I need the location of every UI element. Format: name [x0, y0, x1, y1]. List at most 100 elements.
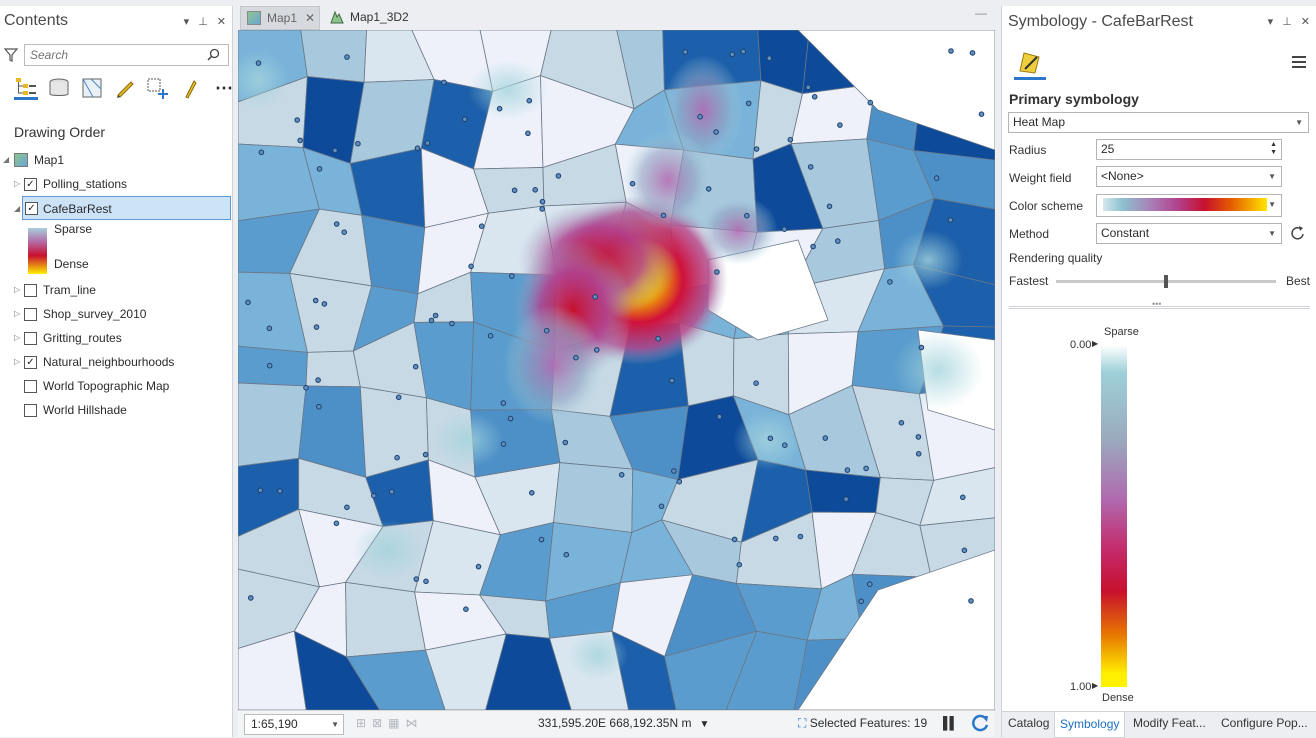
layer-item-tram-line[interactable]: ▷ Tram_line [0, 278, 233, 302]
point-feature [766, 55, 773, 62]
neighbourhood-polygon [238, 382, 307, 467]
search-field[interactable] [24, 44, 229, 66]
close-tab-icon[interactable]: ✕ [305, 7, 315, 29]
weight-field-dropdown[interactable]: <None> ▼ [1096, 166, 1282, 187]
pin-icon[interactable]: ⊥ [1282, 15, 1292, 28]
refresh-icon[interactable] [970, 713, 990, 733]
select-icon: ⛶ [798, 716, 807, 730]
minimize-icon[interactable]: — [975, 6, 987, 20]
primary-symbology-dropdown[interactable]: Heat Map ▼ [1008, 112, 1309, 133]
layer-item-world-topographic[interactable]: World Topographic Map [0, 374, 233, 398]
heat-blob [468, 60, 548, 120]
point-feature [422, 451, 429, 458]
more-icon[interactable]: ⋯ [212, 76, 236, 100]
scale-dropdown[interactable]: 1:65,190 ▼ [244, 714, 344, 735]
tab-map1-3d2[interactable]: Map1_3D2 [324, 6, 414, 30]
layer-checkbox[interactable] [24, 308, 37, 321]
spinner-arrows-icon[interactable]: ▲ ▼ [1270, 141, 1277, 157]
layer-checkbox[interactable]: ✓ [25, 202, 38, 215]
tab-map1[interactable]: Map1 ✕ [240, 6, 320, 30]
point-feature [745, 100, 752, 107]
tab-modify-features[interactable]: Modify Feat... [1133, 716, 1206, 730]
list-by-labeling-icon[interactable] [179, 76, 203, 100]
grid-icon[interactable]: ▦ [388, 716, 399, 730]
pause-icon[interactable]: ▌▌ [943, 716, 958, 730]
close-icon[interactable]: ✕ [1301, 15, 1310, 28]
expand-icon[interactable]: ▷ [14, 302, 20, 326]
point-feature [844, 467, 851, 473]
layer-item-world-hillshade[interactable]: World Hillshade [0, 398, 233, 422]
rendering-quality-slider[interactable] [1056, 275, 1276, 288]
layer-item-polling-stations[interactable]: ▷ ✓ Polling_stations [0, 172, 233, 196]
chevron-down-icon: ▼ [1295, 118, 1303, 127]
layer-item-shop-survey[interactable]: ▷ Shop_survey_2010 [0, 302, 233, 326]
heat-blob [353, 520, 423, 580]
point-feature [344, 54, 350, 60]
expand-icon[interactable]: ▷ [14, 326, 20, 350]
symbology-title: Symbology - CafeBarRest [1008, 13, 1193, 30]
layer-checkbox[interactable] [24, 332, 37, 345]
tab-catalog[interactable]: Catalog [1008, 716, 1049, 730]
point-feature [315, 377, 321, 383]
close-icon[interactable]: ✕ [217, 15, 226, 28]
point-feature [509, 273, 515, 279]
search-icon[interactable] [207, 48, 220, 61]
fixed-extent-icon[interactable]: ⊞ [356, 716, 366, 730]
list-by-snapping-icon[interactable] [146, 76, 170, 100]
expand-icon[interactable]: ▷ [14, 350, 20, 374]
point-feature [867, 99, 874, 106]
expand-icon[interactable]: ▷ [14, 172, 20, 196]
chevron-down-icon[interactable]: ▼ [699, 719, 709, 730]
point-feature [277, 488, 283, 494]
point-feature [915, 451, 922, 457]
collapse-icon[interactable]: ◢ [3, 148, 9, 172]
layer-item-cafebarrest[interactable]: ◢ ✓ CafeBarRest [14, 196, 231, 220]
expand-icon[interactable]: ▷ [14, 278, 20, 302]
radius-stepper[interactable]: 25 ▲ ▼ [1096, 139, 1282, 160]
snapping-icon[interactable]: ⋈ [405, 716, 417, 730]
grip-icon[interactable]: ••• [1152, 299, 1161, 309]
primary-symbology-label: Primary symbology [1009, 91, 1139, 107]
primary-symbology-tab[interactable] [1014, 46, 1046, 80]
tab-symbology[interactable]: Symbology [1054, 712, 1126, 738]
point-feature [933, 175, 940, 181]
method-dropdown[interactable]: Constant ▼ [1096, 223, 1282, 244]
slider-thumb[interactable] [1164, 275, 1168, 288]
filter-icon[interactable] [4, 47, 18, 63]
layer-checkbox[interactable] [24, 404, 37, 417]
menu-icon[interactable] [1292, 56, 1306, 68]
tab-configure-popups[interactable]: Configure Pop... [1221, 716, 1308, 730]
pin-icon[interactable]: ⊥ [198, 15, 208, 28]
point-feature [826, 203, 833, 210]
layer-checkbox[interactable] [24, 284, 37, 297]
point-feature [863, 465, 869, 472]
map-canvas[interactable] [238, 30, 995, 710]
layer-checkbox[interactable]: ✓ [24, 178, 37, 191]
point-feature [245, 299, 251, 306]
point-feature [573, 354, 579, 361]
point-feature [414, 145, 421, 151]
point-feature [918, 344, 925, 351]
layer-item-natural-neighbourhoods[interactable]: ▷ ✓ Natural_neighbourhoods [0, 350, 233, 374]
refresh-icon[interactable] [1291, 225, 1305, 241]
list-by-drawing-order-icon[interactable] [14, 76, 38, 100]
point-feature [811, 94, 818, 100]
fixed-scale-icon[interactable]: ⊠ [372, 716, 382, 730]
layer-checkbox[interactable]: ✓ [24, 356, 37, 369]
point-feature [539, 198, 546, 205]
list-by-source-icon[interactable] [47, 76, 71, 100]
map-node[interactable]: ◢ Map1 [0, 148, 233, 172]
pane-menu-icon[interactable]: ▾ [184, 15, 190, 28]
layer-item-gritting-routes[interactable]: ▷ Gritting_routes [0, 326, 233, 350]
neighbourhood-polygon [300, 30, 367, 83]
search-input[interactable] [25, 45, 195, 65]
point-feature [716, 413, 723, 420]
list-by-editing-icon[interactable] [113, 76, 137, 100]
collapse-icon[interactable]: ◢ [14, 197, 20, 221]
layer-checkbox[interactable] [24, 380, 37, 393]
list-by-selection-icon[interactable] [80, 76, 104, 100]
coordinate-readout[interactable]: 331,595.20E 668,192.35N m ▼ [538, 716, 709, 730]
selected-features[interactable]: ⛶ Selected Features: 19 [798, 716, 927, 731]
pane-menu-icon[interactable]: ▾ [1268, 15, 1274, 28]
color-scheme-dropdown[interactable]: ▼ [1096, 194, 1282, 217]
